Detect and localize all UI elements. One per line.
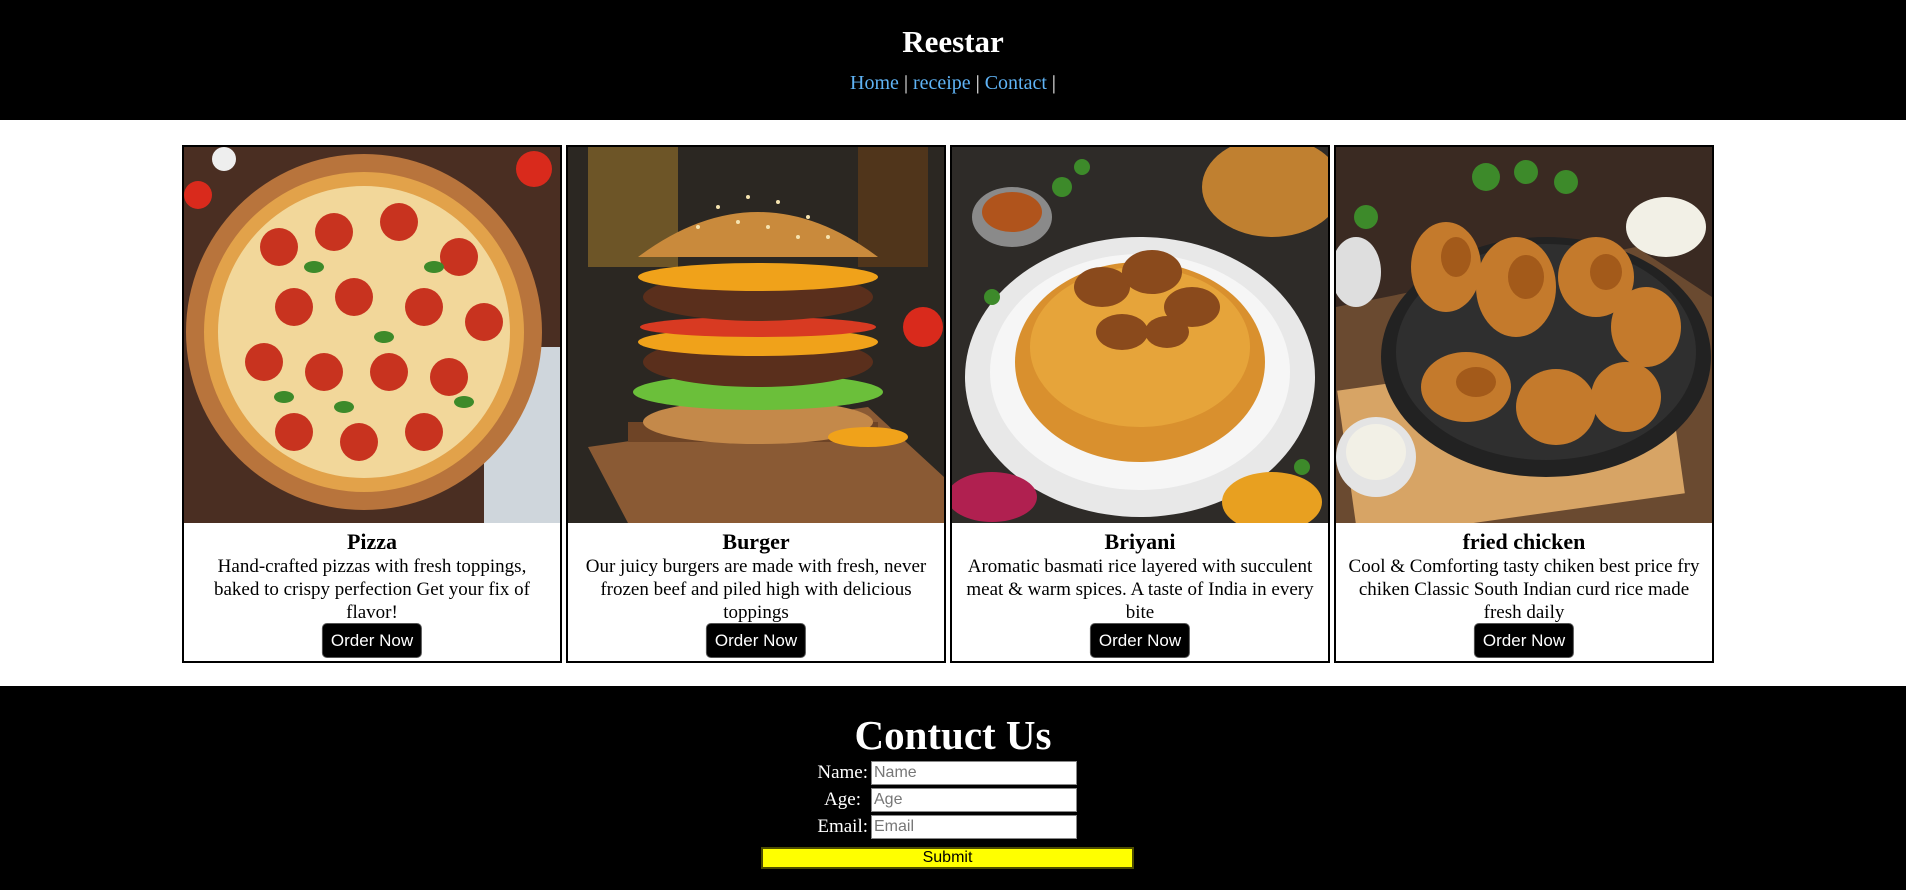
card-pizza: Pizza Hand-crafted pizzas with fresh top… [182, 145, 562, 663]
main-nav: Home | receipe | Contact | [0, 70, 1906, 96]
card-fried-chicken: fried chicken Cool & Comforting tasty ch… [1334, 145, 1714, 663]
form-row-age: Age: [0, 788, 1906, 812]
card-title: Burger [722, 529, 790, 554]
card-description: Hand-crafted pizzas with fresh toppings,… [213, 556, 531, 623]
card-description: Cool & Comforting tasty chiken best pric… [1348, 556, 1700, 623]
nav-link-contact[interactable]: Contact [985, 72, 1047, 94]
site-header: Reestar Home | receipe | Contact | [0, 0, 1906, 120]
biryani-image [952, 147, 1328, 523]
name-label: Name: [817, 762, 868, 783]
nav-link-home[interactable]: Home [850, 72, 899, 94]
form-row-name: Name: [0, 761, 1906, 785]
order-now-button[interactable]: Order Now [705, 623, 807, 658]
age-field[interactable] [871, 788, 1077, 812]
burger-image [568, 147, 944, 523]
card-briyani: Briyani Aromatic basmati rice layered wi… [950, 145, 1330, 663]
order-now-button[interactable]: Order Now [321, 623, 423, 658]
nav-separator: | [975, 72, 980, 94]
card-title: fried chicken [1462, 529, 1586, 554]
card-title: Pizza [346, 529, 398, 554]
nav-separator: | [903, 72, 908, 94]
email-field[interactable] [871, 815, 1077, 839]
contact-title: Contuct Us [854, 712, 1052, 758]
card-description: Aromatic basmati rice layered with succu… [966, 556, 1314, 623]
card-title: Briyani [1104, 529, 1176, 554]
order-now-button[interactable]: Order Now [1473, 623, 1575, 658]
email-label: Email: [817, 816, 868, 837]
menu-cards: Pizza Hand-crafted pizzas with fresh top… [182, 145, 1714, 663]
card-burger: Burger Our juicy burgers are made with f… [566, 145, 946, 663]
name-field[interactable] [871, 761, 1077, 785]
site-title: Reestar [902, 24, 1004, 59]
age-label: Age: [824, 789, 861, 810]
pizza-image [184, 147, 560, 523]
fried-chicken-image [1336, 147, 1712, 523]
order-now-button[interactable]: Order Now [1089, 623, 1191, 658]
nav-link-receipe[interactable]: receipe [913, 72, 971, 94]
form-row-email: Email: [0, 815, 1906, 839]
nav-separator: | [1051, 72, 1056, 94]
card-description: Our juicy burgers are made with fresh, n… [585, 556, 927, 623]
contact-section: Contuct Us Name: Age: Email: Submit [0, 686, 1906, 890]
submit-button[interactable]: Submit [761, 847, 1134, 869]
